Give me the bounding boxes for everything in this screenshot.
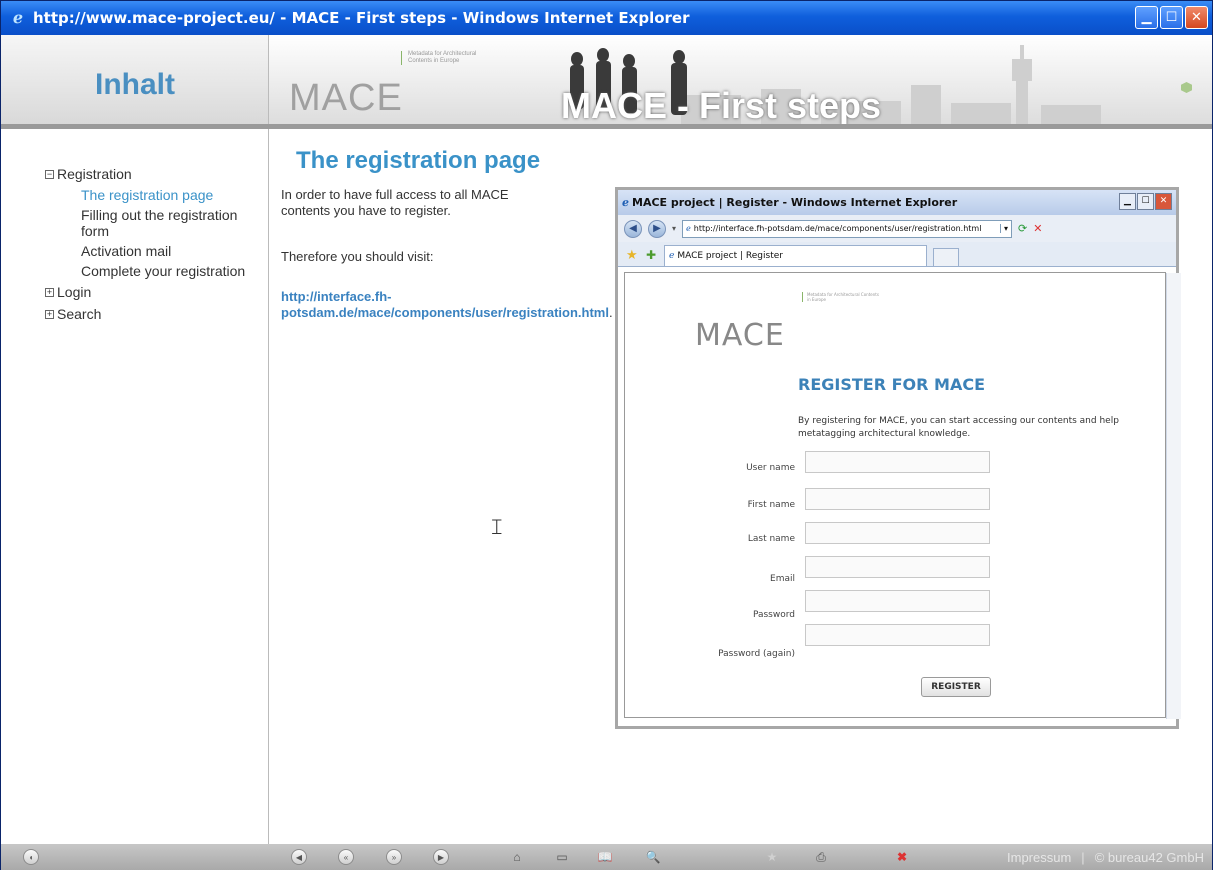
footer-separator: | (1081, 850, 1085, 865)
close-icon: ✕ (1155, 193, 1172, 210)
embedded-tab: ℯ MACE project | Register (664, 245, 927, 266)
page-header: Inhalt MACE Metadata for Architectural C… (1, 35, 1212, 127)
scrollbar (1166, 273, 1181, 719)
refresh-icon: ⟳ (1018, 222, 1028, 235)
field-label: Last name (747, 534, 795, 544)
field-label: Email (770, 574, 795, 584)
email-field (805, 556, 990, 578)
forward-icon: ▶ (648, 219, 666, 238)
ie-icon: ℯ (12, 8, 24, 27)
mace-logo-tagline: Metadata for Architectural Contents in E… (802, 292, 882, 302)
ie-icon: ℯ (622, 196, 629, 209)
page-header-title: MACE - First steps (561, 85, 882, 126)
embedded-page: MACE Metadata for Architectural Contents… (624, 272, 1181, 719)
field-label: First name (747, 500, 795, 510)
last-name-field (805, 522, 990, 544)
toc-sidebar: − Registration The registration page Fil… (1, 129, 269, 844)
text-cursor-icon: 𝙸 (489, 514, 505, 539)
hexagon-icon (1181, 82, 1192, 93)
next-page-icon[interactable]: » (386, 849, 402, 865)
embedded-address-bar: ◀ ▶ ▾ ℯ http://interface.fh-potsdam.de/m… (618, 215, 1176, 242)
toc-subitem-activation-mail[interactable]: Activation mail (81, 241, 261, 261)
maximize-icon: ☐ (1137, 193, 1154, 210)
new-tab-icon (933, 248, 959, 266)
toc-item-search[interactable]: + Search (45, 303, 261, 325)
embedded-url-field: ℯ http://interface.fh-potsdam.de/mace/co… (682, 219, 1013, 238)
mace-logo: MACE (289, 77, 403, 119)
first-name-field (805, 488, 990, 510)
favorites-star-icon: ★ (626, 248, 638, 263)
footer: Impressum | © bureau42 GmbH (1007, 850, 1204, 865)
register-button: REGISTER (921, 677, 991, 697)
toc-subitem-complete-registration[interactable]: Complete your registration (81, 261, 261, 281)
close-button[interactable]: ✕ (1185, 6, 1208, 29)
embedded-tab-strip: ★ ✚ ℯ MACE project | Register (618, 242, 1176, 267)
maximize-button[interactable]: ☐ (1160, 6, 1183, 29)
page-icon: ℯ (686, 224, 691, 233)
embedded-url: http://interface.fh-potsdam.de/mace/comp… (693, 224, 982, 233)
embedded-title-bar: ℯ MACE project | Register - Windows Inte… (618, 190, 1176, 215)
expand-icon[interactable]: + (45, 309, 54, 319)
link-suffix: . (608, 305, 613, 320)
page-icon[interactable]: ▭ (554, 849, 570, 865)
print-icon[interactable]: ⎙ (813, 849, 829, 865)
back-icon: ◀ (624, 219, 642, 238)
inhalt-heading: Inhalt (95, 68, 175, 101)
content-paragraph: Therefore you should visit: (281, 249, 434, 264)
audio-icon[interactable]: ◖ (23, 849, 39, 865)
registration-link[interactable]: http://interface.fh-potsdam.de/mace/comp… (281, 289, 613, 321)
password-field (805, 590, 990, 612)
home-icon[interactable]: ⌂ (509, 849, 525, 865)
add-favorite-icon: ✚ (646, 248, 657, 262)
mace-logo: MACE (695, 318, 785, 353)
field-label: User name (746, 463, 795, 473)
bottom-toolbar: ◖ ◀ « » ▶ ⌂ ▭ 📖 🔍 ★ ⎙ ✖ Impressum | © bure… (1, 844, 1212, 870)
last-page-icon[interactable]: ▶ (433, 849, 449, 865)
collapse-icon[interactable]: − (45, 169, 54, 179)
registration-link-text[interactable]: http://interface.fh-potsdam.de/mace/comp… (281, 289, 609, 320)
window-title: http://www.mace-project.eu/ - MACE - Fir… (33, 9, 690, 27)
stop-icon: ✕ (1033, 222, 1043, 235)
register-description: By registering for MACE, you can start a… (798, 416, 1119, 439)
toc-subitem-registration-page[interactable]: The registration page (81, 185, 261, 205)
search-icon[interactable]: 🔍 (645, 849, 661, 865)
previous-page-icon[interactable]: « (338, 849, 354, 865)
app-window: ℯ http://www.mace-project.eu/ - MACE - F… (0, 0, 1213, 870)
user-name-field (805, 451, 990, 473)
window-title-bar: ℯ http://www.mace-project.eu/ - MACE - F… (1, 1, 1212, 35)
register-heading: REGISTER FOR MACE (798, 375, 985, 394)
toc-item-registration[interactable]: − Registration (45, 163, 261, 185)
password-again-field (805, 624, 990, 646)
toc-subitem-filling-form[interactable]: Filling out the registration form (81, 205, 261, 241)
copyright-text: © bureau42 GmbH (1094, 850, 1204, 865)
expand-icon[interactable]: + (45, 287, 54, 297)
content-heading: The registration page (296, 147, 541, 174)
toc-item-label: Registration (57, 166, 132, 182)
dropdown-icon: ▾ (672, 224, 677, 233)
toc-item-label: Login (57, 284, 92, 300)
embedded-title: MACE project | Register - Windows Intern… (632, 196, 958, 209)
toc-item-label: Search (57, 306, 102, 322)
page-icon: ℯ (669, 251, 675, 261)
field-label: Password (752, 610, 795, 620)
minimize-icon: ▁ (1119, 193, 1136, 210)
header-left-panel: Inhalt (1, 35, 269, 127)
impressum-link[interactable]: Impressum (1007, 850, 1071, 865)
embedded-browser-screenshot: ℯ MACE project | Register - Windows Inte… (615, 187, 1181, 729)
favorite-star-icon[interactable]: ★ (764, 849, 780, 865)
dropdown-icon: ▾ (1000, 224, 1011, 233)
book-icon[interactable]: 📖 (597, 849, 613, 865)
first-page-icon[interactable]: ◀ (291, 849, 307, 865)
field-label: Password (again) (718, 649, 795, 659)
toc-item-login[interactable]: + Login (45, 281, 261, 303)
minimize-button[interactable]: ▁ (1135, 6, 1158, 29)
close-icon[interactable]: ✖ (894, 849, 910, 865)
embedded-tab-label: MACE project | Register (677, 251, 783, 261)
content-paragraph: In order to have full access to all MACE… (281, 187, 509, 218)
mace-logo-tagline: Metadata for Architectural Contents in E… (401, 51, 491, 65)
